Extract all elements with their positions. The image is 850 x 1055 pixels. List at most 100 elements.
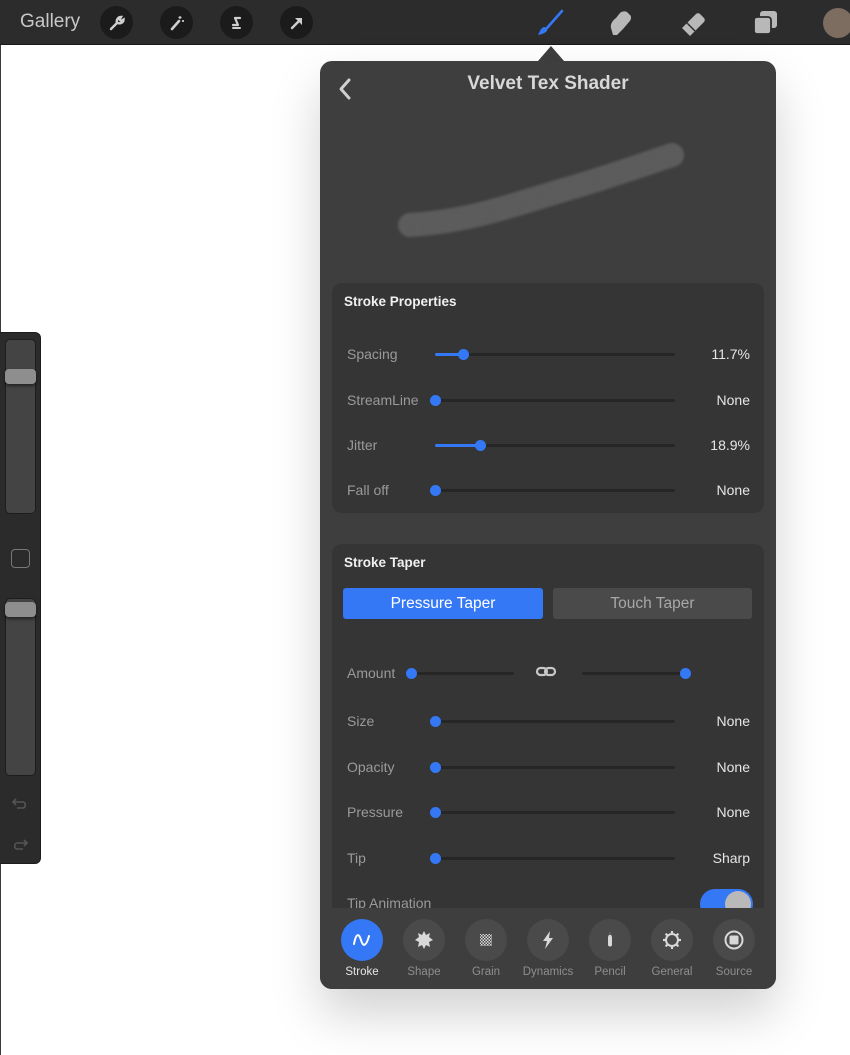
amount-end-slider[interactable] (582, 668, 691, 679)
slider-knob[interactable] (475, 440, 486, 451)
actions-button[interactable] (100, 6, 133, 39)
tab-grain[interactable]: Grain (455, 919, 517, 978)
row-value: None (716, 804, 750, 820)
tab-stroke[interactable]: Stroke (331, 919, 393, 978)
color-picker-button[interactable] (823, 8, 850, 38)
row-value: None (716, 392, 750, 408)
brush-title: Velvet Tex Shader (467, 73, 629, 94)
gallery-button[interactable]: Gallery (20, 11, 80, 33)
row-label: Jitter (347, 437, 378, 453)
transform-button[interactable] (280, 6, 313, 39)
link-icon[interactable] (535, 664, 557, 680)
lightning-icon (543, 931, 553, 949)
spacing-row: Spacing 11.7% (332, 339, 764, 369)
jitter-slider[interactable] (435, 440, 675, 451)
opacity-handle[interactable] (5, 602, 36, 617)
fall-off-slider[interactable] (430, 485, 675, 496)
slider-knob[interactable] (406, 668, 417, 679)
size-slider[interactable] (430, 716, 675, 727)
slider-knob[interactable] (458, 349, 469, 360)
tab-label: Stroke (345, 966, 379, 978)
slider-knob[interactable] (430, 762, 441, 773)
redo-icon[interactable] (10, 835, 30, 855)
falloff-row: Fall off None (332, 475, 764, 505)
selection-s-icon (231, 16, 241, 29)
section-title: Stroke Properties (344, 294, 457, 309)
row-value: None (716, 759, 750, 775)
slider-knob[interactable] (430, 807, 441, 818)
pressure-row: Pressure None (332, 797, 764, 827)
slider-knob[interactable] (680, 668, 691, 679)
stroke-wave-icon (353, 934, 370, 946)
brush-icon (538, 9, 564, 35)
stroke-preview[interactable] (332, 105, 764, 277)
slider-knob[interactable] (430, 485, 441, 496)
pressure-slider[interactable] (430, 807, 675, 818)
pressure-taper-tab[interactable]: Pressure Taper (343, 588, 543, 619)
gear-icon (663, 931, 681, 949)
opacity-row: Opacity None (332, 752, 764, 782)
tip-slider[interactable] (430, 853, 675, 864)
tab-source[interactable]: Source (703, 919, 765, 978)
slider-fill (435, 444, 480, 447)
tab-icon-wrap (651, 919, 693, 961)
tab-icon-wrap (465, 919, 507, 961)
shape-burst-icon (415, 931, 433, 949)
row-label: Opacity (347, 759, 395, 775)
opacity-slider[interactable] (430, 762, 675, 773)
row-label: Tip (347, 850, 366, 866)
stroke-taper-card: Stroke Taper Pressure Taper Touch Taper … (332, 544, 764, 924)
selection-button[interactable] (220, 6, 253, 39)
eraser-icon (682, 13, 705, 36)
grain-checker-icon (480, 934, 492, 946)
magic-wand-icon (170, 15, 184, 30)
tab-shape[interactable]: Shape (393, 919, 455, 978)
brush-tool-button[interactable] (533, 6, 567, 40)
spacing-slider[interactable] (435, 349, 675, 360)
tab-icon-wrap (527, 919, 569, 961)
undo-icon[interactable] (10, 793, 30, 813)
square-modify-icon[interactable] (11, 549, 30, 568)
eraser-tool-button[interactable] (676, 6, 710, 40)
layers-tool-button[interactable] (748, 6, 782, 40)
tab-label: Source (715, 966, 753, 978)
row-label: StreamLine (347, 392, 419, 408)
wrench-icon (109, 15, 125, 30)
tip-row: Tip Sharp (332, 843, 764, 873)
arrow-cursor-icon (290, 17, 302, 29)
row-value: 18.9% (710, 437, 750, 453)
source-square-icon (724, 930, 744, 950)
top-toolbar: Gallery (0, 0, 850, 45)
tab-icon-wrap (713, 919, 755, 961)
tab-dynamics[interactable]: Dynamics (517, 919, 579, 978)
row-label: Fall off (347, 482, 389, 498)
amount-row: Amount (332, 658, 764, 688)
row-label: Size (347, 713, 375, 729)
tab-label: Grain (471, 966, 501, 978)
row-label: Amount (347, 665, 396, 681)
jitter-row: Jitter 18.9% (332, 430, 764, 460)
size-row: Size None (332, 706, 764, 736)
smudge-tool-button[interactable] (603, 6, 637, 40)
layers-icon (753, 11, 777, 35)
brush-size-handle[interactable] (5, 369, 36, 384)
opacity-slider[interactable] (5, 598, 36, 776)
tab-label: Dynamics (522, 966, 574, 978)
row-value: Sharp (712, 850, 750, 866)
tab-icon-wrap (403, 919, 445, 961)
slider-knob[interactable] (430, 853, 441, 864)
amount-start-slider[interactable] (406, 668, 514, 679)
adjustments-button[interactable] (160, 6, 193, 39)
row-value: None (716, 482, 750, 498)
touch-taper-tab[interactable]: Touch Taper (553, 588, 752, 619)
streamline-row: StreamLine None (332, 385, 764, 415)
brush-size-slider[interactable] (5, 339, 36, 514)
slider-knob[interactable] (430, 716, 441, 727)
tab-general[interactable]: General (641, 919, 703, 978)
row-value: 11.7% (711, 346, 750, 362)
tab-label: Pencil (594, 966, 626, 978)
tab-pencil[interactable]: Pencil (579, 919, 641, 978)
panel-pointer (538, 46, 564, 61)
slider-knob[interactable] (430, 395, 441, 406)
streamline-slider[interactable] (430, 395, 675, 406)
